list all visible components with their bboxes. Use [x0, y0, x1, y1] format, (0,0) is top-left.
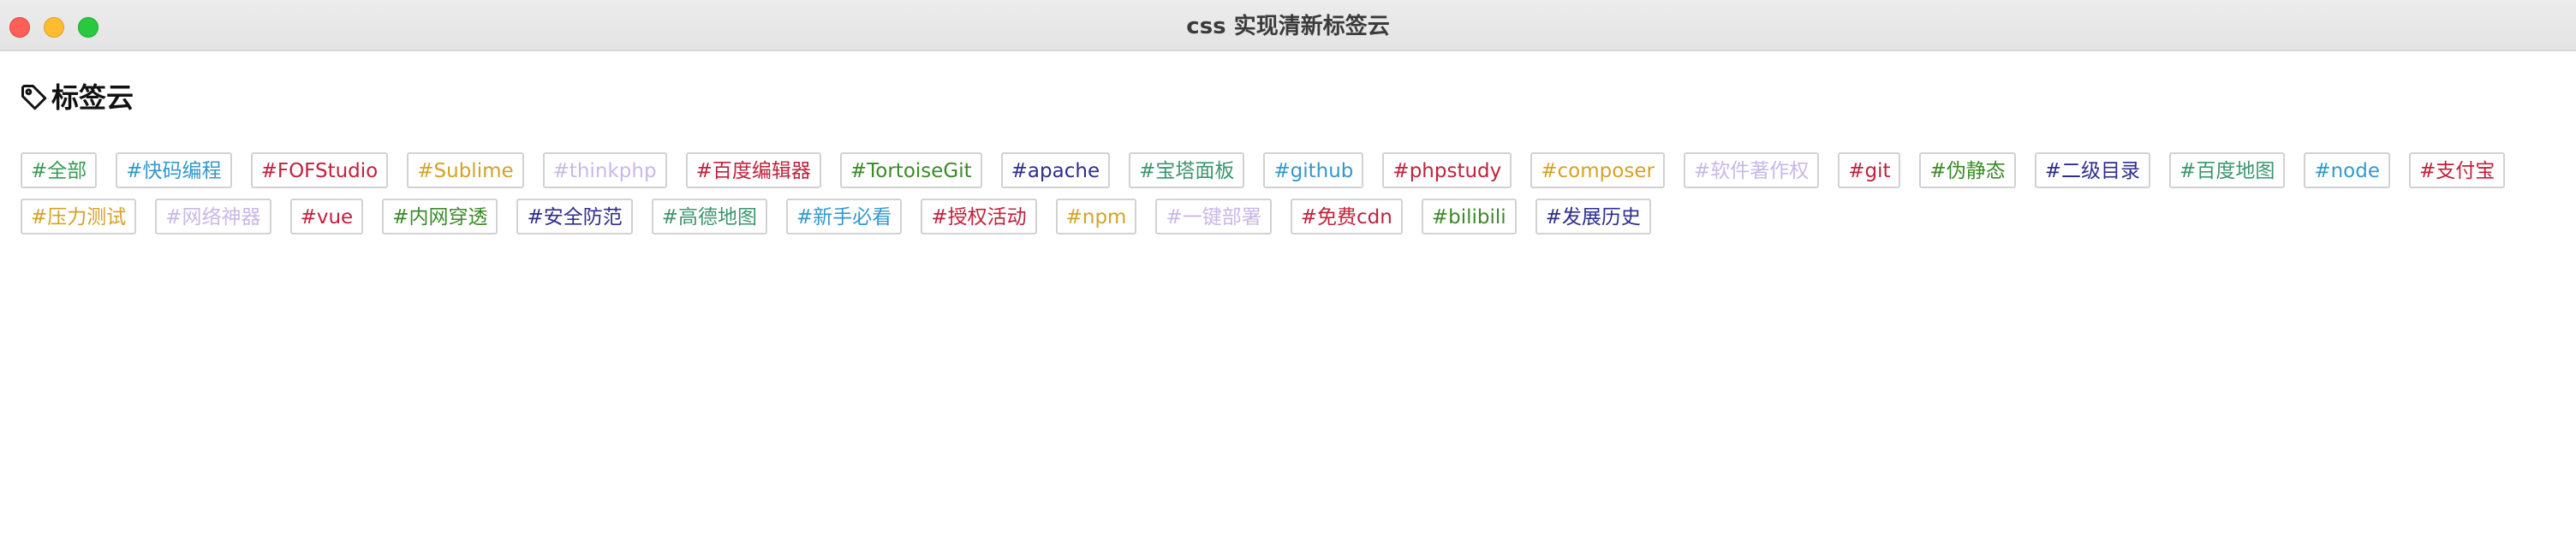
- tag-link[interactable]: #apache: [1000, 152, 1111, 188]
- tag-link[interactable]: #高德地图: [651, 199, 768, 234]
- tag-link[interactable]: #一键部署: [1155, 199, 1272, 234]
- tag-link[interactable]: #软件著作权: [1683, 152, 1820, 188]
- tag-link[interactable]: #伪静态: [1919, 152, 2016, 188]
- tag-link[interactable]: #授权活动: [921, 199, 1037, 234]
- tag-link[interactable]: #网络神器: [155, 199, 271, 234]
- tag-cloud: #全部 #快码编程 #FOFStudio #Sublime #thinkphp #百度编辑…: [21, 152, 2555, 234]
- tag-link[interactable]: #vue: [289, 199, 364, 234]
- title-bar[interactable]: css 实现清新标签云: [0, 0, 2576, 51]
- tag-link[interactable]: #百度编辑器: [685, 152, 821, 188]
- tag-link[interactable]: #安全防范: [516, 199, 633, 234]
- tag-link[interactable]: #TortoiseGit: [839, 152, 982, 188]
- tag-link[interactable]: #composer: [1530, 152, 1665, 188]
- tag-icon: [21, 85, 47, 110]
- tag-link[interactable]: #内网穿透: [382, 199, 498, 234]
- tag-link[interactable]: #发展历史: [1535, 199, 1651, 234]
- tag-link[interactable]: #压力测试: [21, 199, 137, 234]
- tag-link[interactable]: #二级目录: [2034, 152, 2151, 188]
- app-window: css 实现清新标签云 标签云 #全部 #快码编程 #FOFStudio #Subli…: [0, 0, 2576, 558]
- tag-link[interactable]: #免费cdn: [1290, 199, 1403, 234]
- tag-link[interactable]: #node: [2304, 152, 2390, 188]
- tag-link[interactable]: #phpstudy: [1382, 152, 1512, 188]
- tag-link[interactable]: #bilibili: [1421, 199, 1517, 234]
- tag-link[interactable]: #百度地图: [2169, 152, 2286, 188]
- page-title: 标签云: [51, 81, 134, 114]
- tag-link[interactable]: #新手必看: [786, 199, 903, 234]
- tag-link[interactable]: #FOFStudio: [250, 152, 389, 188]
- tag-link[interactable]: #npm: [1055, 199, 1137, 234]
- section-heading: 标签云: [19, 79, 134, 116]
- tag-link[interactable]: #全部: [21, 152, 98, 188]
- tag-link[interactable]: #快码编程: [116, 152, 232, 188]
- tag-link[interactable]: #github: [1263, 152, 1364, 188]
- tag-link[interactable]: #Sublime: [407, 152, 524, 188]
- tag-link[interactable]: #thinkphp: [542, 152, 667, 188]
- tag-link[interactable]: #支付宝: [2409, 152, 2506, 188]
- tag-link[interactable]: #宝塔面板: [1129, 152, 1245, 188]
- tag-link[interactable]: #git: [1838, 152, 1901, 188]
- window-title: css 实现清新标签云: [1186, 14, 1390, 39]
